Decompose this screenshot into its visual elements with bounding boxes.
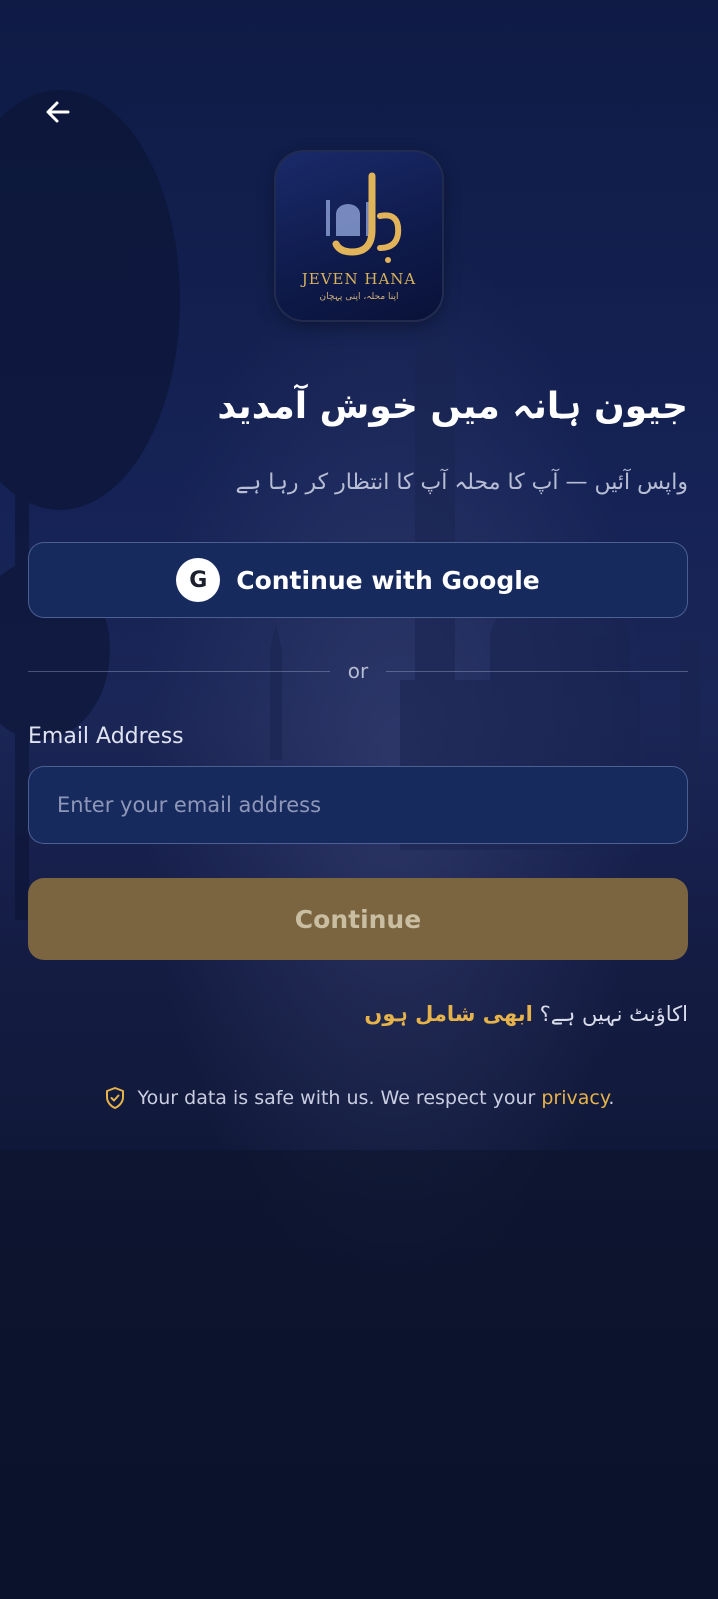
login-screen: JEVEN HANA اپنا محلہ، اپنی پہچان جیون ہا… <box>0 0 718 1599</box>
welcome-subtitle: واپس آئیں — آپ کا محلہ آپ کا انتظار کر ر… <box>235 470 688 495</box>
app-logo: JEVEN HANA اپنا محلہ، اپنی پہچان <box>276 152 442 320</box>
or-divider: or <box>28 659 688 683</box>
email-field[interactable] <box>28 766 688 844</box>
logo-emblem-icon <box>318 164 402 263</box>
signup-prompt: اکاؤنٹ نہیں ہے؟ ابھی شامل ہوں <box>28 1002 688 1026</box>
arrow-left-icon <box>46 101 70 123</box>
privacy-link[interactable]: privacy <box>541 1087 608 1109</box>
logo-tagline: اپنا محلہ، اپنی پہچان <box>319 292 399 302</box>
google-button-label: Continue with Google <box>236 565 540 595</box>
divider-line-right <box>386 670 688 672</box>
privacy-suffix: . <box>608 1087 615 1109</box>
signup-prompt-text: اکاؤنٹ نہیں ہے؟ <box>539 1002 688 1026</box>
signup-link[interactable]: ابھی شامل ہوں <box>364 1002 533 1026</box>
email-label: Email Address <box>28 724 184 749</box>
divider-line-left <box>28 670 330 672</box>
privacy-notice: Your data is safe with us. We respect yo… <box>0 1086 718 1110</box>
privacy-text: Your data is safe with us. We respect yo… <box>137 1087 536 1109</box>
logo-name: JEVEN HANA <box>301 270 417 288</box>
back-button[interactable] <box>38 92 78 132</box>
continue-button[interactable]: Continue <box>28 878 688 960</box>
google-icon: G <box>176 558 221 602</box>
divider-text: or <box>347 659 369 683</box>
welcome-title: جیون ہانہ میں خوش آمدید <box>217 386 688 427</box>
continue-with-google-button[interactable]: G Continue with Google <box>28 542 688 618</box>
shield-check-icon <box>105 1087 124 1109</box>
